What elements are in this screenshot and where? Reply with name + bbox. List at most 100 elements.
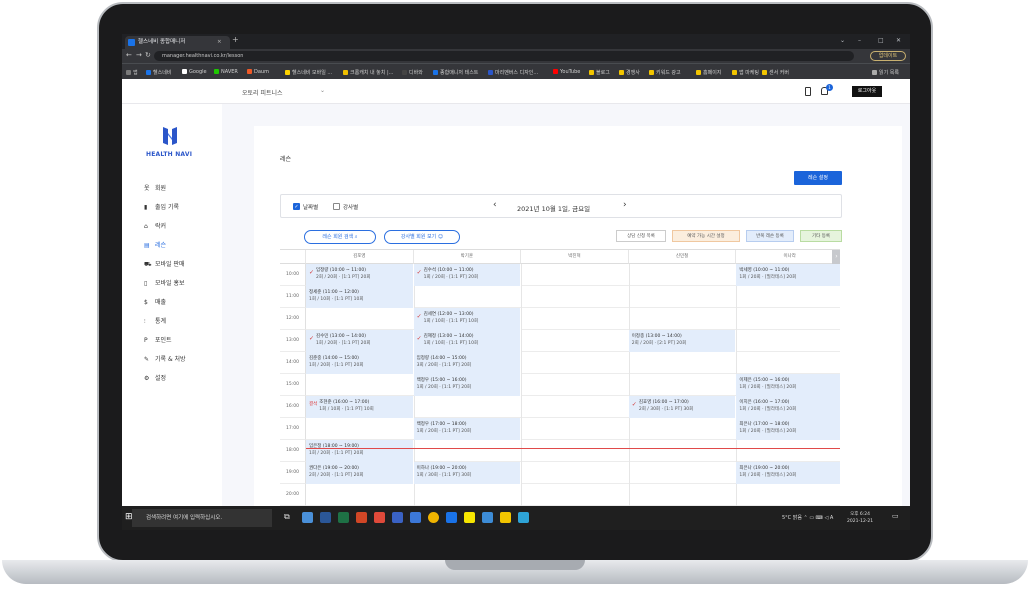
tab-search-icon[interactable]: ⌄ <box>840 37 845 44</box>
lesson-event[interactable]: 최은나 (19:00 ~ 20:00) 1회 / 20회 · [필라테스] 20회 <box>736 462 840 484</box>
bookmark-item[interactable]: 키워드 광고 <box>649 69 681 76</box>
by-date-checkbox[interactable]: ✓ <box>293 203 300 210</box>
lesson-event[interactable]: ✓ 임정량 (10:00 ~ 11:00) 2회 / 20회 · [1:1 PT] … <box>306 264 414 286</box>
sidebar-item-10[interactable]: ⚙ 설정 <box>144 373 166 382</box>
bookmark-item[interactable]: 앱 <box>126 69 138 76</box>
lesson-event[interactable]: 박세영 (10:00 ~ 11:00) 1회 / 20회 · [필라테스] 20회 <box>736 264 840 286</box>
new-tab-icon[interactable]: + <box>232 35 239 44</box>
bookmark-item[interactable]: 블로그 <box>589 69 610 76</box>
menu-icon: 옷 <box>144 185 150 192</box>
powerpoint-icon[interactable] <box>356 512 367 523</box>
menu-icon: P <box>144 337 148 344</box>
bookmark-item[interactable]: 디바와 <box>402 69 423 76</box>
forward-icon[interactable]: → <box>136 51 142 59</box>
bookmark-item[interactable]: 헬스네비 <box>146 69 171 76</box>
lesson-event[interactable]: 김준중 (14:00 ~ 15:00) 1회 / 20회 · [1:1 PT] 2… <box>306 352 414 374</box>
taskbar-search[interactable]: 검색하려면 여기에 입력하십시오. <box>132 509 272 527</box>
repeat-lesson-tag[interactable]: 반복 레슨 등록 <box>746 230 794 242</box>
lesson-event[interactable]: 최은나 (17:00 ~ 18:00) 1회 / 20회 · [필라테스] 20회 <box>736 418 840 440</box>
sidebar-item-5[interactable]: ▯ 모바일 홍보 <box>144 278 185 287</box>
next-day-icon[interactable]: › <box>623 200 627 210</box>
bookmark-item[interactable]: Google <box>182 69 207 75</box>
lesson-event[interactable]: ✓ 김수민 (13:00 ~ 14:00) 1회 / 20회 · [1:1 PT] … <box>306 330 414 352</box>
phone-icon[interactable] <box>805 87 811 96</box>
browser-tab[interactable]: 헬스네비 종합매니저 × <box>125 36 230 49</box>
lesson-event[interactable]: 백정우 (17:00 ~ 18:00) 1회 / 20회 · [1:1 PT] 2… <box>413 418 522 440</box>
bookmark-item[interactable]: 홈페이지 <box>696 69 721 76</box>
url-field[interactable]: manager.healthnavi.co.kr/lesson <box>154 51 854 61</box>
app-icon[interactable] <box>446 512 457 523</box>
lesson-settings-button[interactable]: 레슨 설정 <box>794 171 842 185</box>
tab-close-icon[interactable]: × <box>217 36 222 49</box>
bookmark-item[interactable]: Daum <box>247 69 269 75</box>
lesson-event[interactable]: 정세준 (11:00 ~ 12:00) 1회 / 10회 · [1:1 PT] 1… <box>306 286 414 308</box>
bookmark-item[interactable]: 헬스네비 모바일 ... <box>285 69 332 76</box>
bookmark-item[interactable]: 종합매니저 테스트 <box>433 69 478 76</box>
lesson-event[interactable]: ✓ 김혜정 (13:00 ~ 14:00) 1회 / 10회 · [1:1 PT] … <box>413 330 522 352</box>
lesson-event[interactable]: ✓ 김수석 (10:00 ~ 11:00) 1회 / 20회 · [1:1 PT] … <box>413 264 522 286</box>
kakaotalk-icon[interactable] <box>464 512 475 523</box>
app-icon[interactable] <box>518 512 529 523</box>
chrome-icon[interactable] <box>428 512 439 523</box>
edge-icon[interactable] <box>410 512 421 523</box>
excel-icon[interactable] <box>338 512 349 523</box>
sidebar-item-3[interactable]: ▤ 레슨 <box>144 240 166 249</box>
consult-list-tag[interactable]: 상담 신청 목록 <box>616 230 666 242</box>
sidebar-item-4[interactable]: ⛟ 모바일 판매 <box>144 259 185 269</box>
minimize-icon[interactable]: – <box>858 37 861 44</box>
sidebar-item-6[interactable]: $ 매출 <box>144 297 166 306</box>
time-row[interactable] <box>306 484 840 506</box>
lesson-event[interactable]: ✓ 김세연 (12:00 ~ 13:00) 1회 / 10회 · [1:1 PT] … <box>413 308 522 330</box>
bookmark-item[interactable]: 읽기 목록 <box>872 69 899 76</box>
bookmark-item[interactable]: NAVER <box>214 69 238 75</box>
sidebar-item-1[interactable]: ▮ 출입 기록 <box>144 202 179 211</box>
reload-icon[interactable]: ↻ <box>145 51 151 59</box>
available-time-tag[interactable]: 예약 가능 시간 설정 <box>672 230 740 242</box>
sidebar: HEALTH NAVI 옷 회원 ▮ 출입 기록 ⌂ 락커 ▤ 레슨 ⛟ 모바일 판매 ▯ 모바일 홍… <box>122 104 222 506</box>
lesson-event[interactable]: ✓ 김효영 (16:00 ~ 17:00) 2회 / 30회 · [1:1 PT] … <box>628 396 737 418</box>
app-icon[interactable] <box>374 512 385 523</box>
bookmark-item[interactable]: 앱 마케팅 <box>732 69 759 76</box>
lesson-event[interactable]: 권다은 (19:00 ~ 20:00) 2회 / 20회 · [1:1 PT] 2… <box>306 462 414 484</box>
logout-button[interactable]: 로그아웃 <box>852 86 882 97</box>
bookmark-item[interactable]: 센서 커버 <box>762 69 789 76</box>
update-button[interactable]: 업데이트 <box>870 51 906 61</box>
bookmark-item[interactable]: 크롬캐치 내 놓치 |... <box>343 69 393 76</box>
lesson-event[interactable]: 결석 조현준 (16:00 ~ 17:00) 1회 / 10회 · [1:1 PT]… <box>306 396 414 418</box>
branch-select[interactable]: 오토리 피트니스 <box>242 88 283 97</box>
prev-day-icon[interactable]: ‹ <box>493 200 497 210</box>
lesson-event[interactable]: 이하나 (19:00 ~ 20:00) 1회 / 30회 · [1:1 PT] 3… <box>413 462 522 484</box>
lesson-event[interactable]: 이정종 (13:00 ~ 14:00) 2회 / 20회 · [2:1 PT] 2… <box>628 330 737 352</box>
member-search-button[interactable]: 레슨 회원 검색 ⌕ <box>304 230 376 244</box>
back-icon[interactable]: ← <box>126 51 132 59</box>
sidebar-item-9[interactable]: ✎ 기록 & 처방 <box>144 354 186 363</box>
bookmark-item[interactable]: 경쟁사 <box>619 69 640 76</box>
lesson-event[interactable]: 백정우 (15:00 ~ 16:00) 1회 / 20회 · [1:1 PT] 2… <box>413 374 522 396</box>
app-icon[interactable] <box>482 512 493 523</box>
app-icon[interactable] <box>392 512 403 523</box>
lesson-event[interactable]: 이지은 (16:00 ~ 17:00) 1회 / 20회 · [필라테스] 20회 <box>736 396 840 418</box>
notification-icon[interactable]: ▭ <box>892 512 899 520</box>
lesson-event[interactable]: 임정량 (14:00 ~ 15:00) 3회 / 20회 · [1:1 PT] 2… <box>413 352 522 374</box>
bookmark-item[interactable]: YouTube <box>553 69 580 75</box>
file-explorer-icon[interactable] <box>302 512 313 523</box>
trainer-view-button[interactable]: 강사별 회원 보기 ☺ <box>384 230 460 244</box>
lesson-event[interactable]: 임은정 (18:00 ~ 19:00) 1회 / 20회 · [1:1 PT] 2… <box>306 440 414 462</box>
task-view-icon[interactable]: ⧉ <box>284 512 290 522</box>
other-register-tag[interactable]: 기타 등록 <box>800 230 842 242</box>
close-window-icon[interactable]: ✕ <box>896 37 901 44</box>
time-row[interactable] <box>306 308 840 330</box>
sidebar-item-0[interactable]: 옷 회원 <box>144 183 166 192</box>
event-detail: 3회 / 20회 · [1:1 PT] 20회 <box>416 363 472 368</box>
bookmark-item[interactable]: 마리멘버스 디자인... <box>488 69 538 76</box>
sidebar-item-7[interactable]: ⫶ 통계 <box>144 316 166 326</box>
sticky-notes-icon[interactable] <box>500 512 511 523</box>
sidebar-item-2[interactable]: ⌂ 락커 <box>144 221 166 230</box>
sidebar-item-8[interactable]: P 포인트 <box>144 335 172 344</box>
lesson-event[interactable]: 이제은 (15:00 ~ 16:00) 1회 / 20회 · [필라테스] 20회 <box>736 374 840 396</box>
by-trainer-checkbox[interactable] <box>333 203 340 210</box>
scroll-right-icon[interactable]: › <box>832 250 840 264</box>
chevron-down-icon[interactable]: ⌄ <box>320 87 325 94</box>
maximize-icon[interactable]: □ <box>878 37 884 44</box>
word-icon[interactable] <box>320 512 331 523</box>
